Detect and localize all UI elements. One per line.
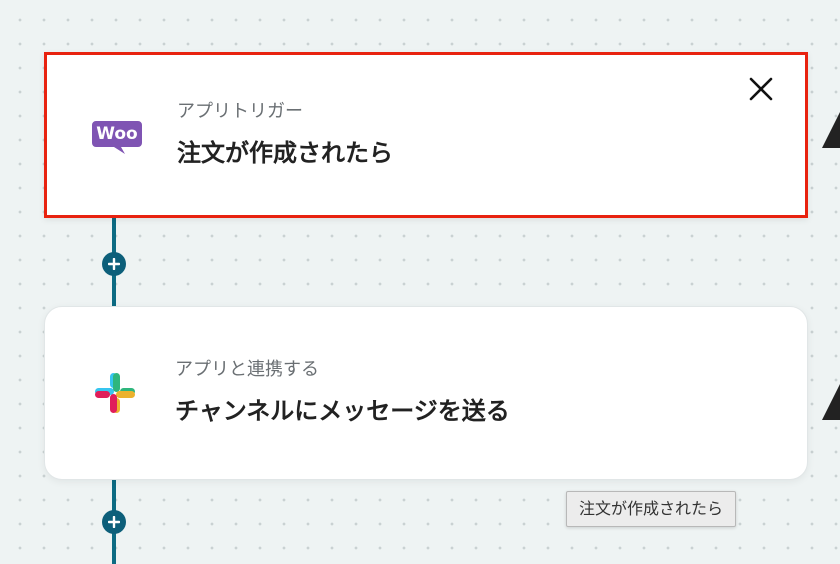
trigger-step-card[interactable]: Woo アプリトリガー 注文が作成されたら (44, 52, 808, 218)
add-step-button-2[interactable] (102, 510, 126, 534)
trigger-step-title: 注文が作成されたら (177, 139, 393, 167)
warning-icon (822, 384, 840, 420)
slack-icon (93, 371, 137, 419)
close-icon (749, 77, 773, 101)
action-step-text: アプリと連携する チャンネルにメッセージを送る (175, 357, 510, 427)
warning-icon (822, 112, 840, 148)
trigger-step-text: アプリトリガー 注文が作成されたら (177, 99, 393, 169)
action-step-subtitle: アプリと連携する (175, 359, 319, 380)
trigger-step-subtitle: アプリトリガー (177, 101, 303, 122)
action-step-title: チャンネルにメッセージを送る (175, 397, 510, 425)
action-step-card[interactable]: アプリと連携する チャンネルにメッセージを送る (44, 306, 808, 480)
add-step-button-1[interactable] (102, 252, 126, 276)
woocommerce-icon: Woo (91, 119, 143, 159)
plus-icon (108, 258, 120, 270)
woo-logo-text: Woo (96, 124, 138, 144)
tooltip: 注文が作成されたら (566, 491, 737, 527)
plus-icon (108, 516, 120, 528)
close-button[interactable] (747, 75, 775, 103)
